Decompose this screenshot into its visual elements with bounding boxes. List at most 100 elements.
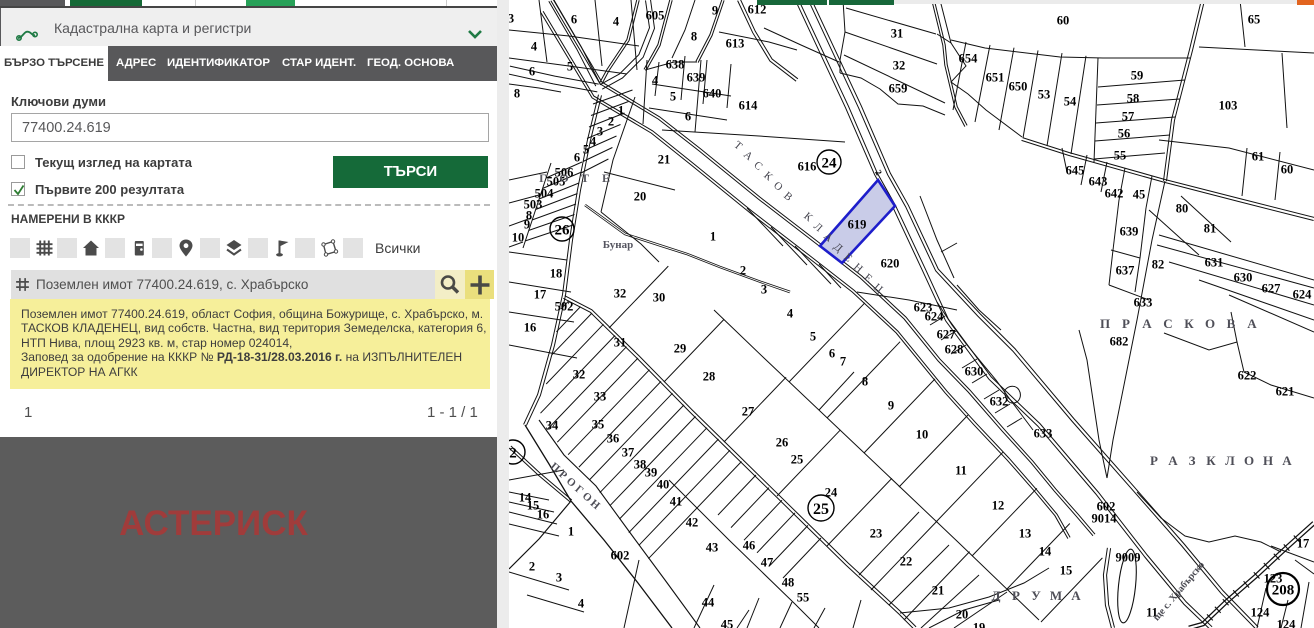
svg-text:81: 81 xyxy=(1204,221,1217,235)
svg-text:3: 3 xyxy=(556,570,562,584)
svg-text:20: 20 xyxy=(956,607,969,621)
svg-text:627: 627 xyxy=(1262,281,1281,295)
svg-text:614: 614 xyxy=(739,98,759,112)
svg-text:26: 26 xyxy=(776,435,789,449)
svg-text:9: 9 xyxy=(524,217,530,231)
svg-text:631: 631 xyxy=(1205,255,1224,269)
svg-text:58: 58 xyxy=(1127,91,1140,105)
svg-text:Бунар: Бунар xyxy=(603,239,633,251)
svg-text:645: 645 xyxy=(1066,163,1085,177)
svg-text:30: 30 xyxy=(653,290,666,304)
svg-text:619: 619 xyxy=(848,217,867,231)
svg-text:4: 4 xyxy=(590,134,597,148)
svg-text:8: 8 xyxy=(862,374,868,388)
svg-text:1: 1 xyxy=(618,103,624,117)
svg-text:54: 54 xyxy=(1064,94,1077,108)
svg-text:26: 26 xyxy=(555,222,571,238)
svg-text:О: О xyxy=(771,179,785,193)
svg-text:9009: 9009 xyxy=(1116,550,1141,564)
svg-text:27: 27 xyxy=(742,404,755,418)
svg-text:45: 45 xyxy=(1133,187,1146,201)
svg-text:633: 633 xyxy=(1134,295,1153,309)
svg-text:642: 642 xyxy=(1105,186,1124,200)
svg-text:32: 32 xyxy=(893,58,906,72)
svg-text:21: 21 xyxy=(932,583,945,597)
svg-text:М: М xyxy=(1050,588,1062,603)
svg-text:А: А xyxy=(1142,316,1152,331)
svg-text:48: 48 xyxy=(782,575,795,589)
svg-text:28: 28 xyxy=(703,369,716,383)
svg-text:57: 57 xyxy=(1122,109,1135,123)
svg-text:Р: Р xyxy=(1150,453,1158,468)
svg-text:651: 651 xyxy=(986,70,1005,84)
svg-text:О: О xyxy=(1244,453,1254,468)
svg-text:Д: Д xyxy=(992,588,1001,603)
svg-text:56: 56 xyxy=(1118,126,1131,140)
svg-text:25: 25 xyxy=(813,501,829,518)
svg-text:82: 82 xyxy=(1152,257,1165,271)
svg-text:4: 4 xyxy=(652,73,659,87)
svg-text:32: 32 xyxy=(614,286,627,300)
svg-text:А: А xyxy=(1168,453,1178,468)
svg-text:630: 630 xyxy=(1234,270,1253,284)
svg-text:20: 20 xyxy=(634,189,647,203)
svg-text:Л: Л xyxy=(1225,453,1235,468)
svg-text:8: 8 xyxy=(691,29,697,43)
svg-text:9014: 9014 xyxy=(1092,511,1118,525)
svg-text:36: 36 xyxy=(607,431,620,445)
svg-text:У: У xyxy=(1031,588,1041,603)
svg-text:2: 2 xyxy=(608,114,614,128)
svg-text:3: 3 xyxy=(597,124,603,138)
svg-text:10: 10 xyxy=(512,230,525,244)
svg-text:41: 41 xyxy=(670,494,683,508)
svg-text:З: З xyxy=(1189,453,1196,468)
svg-text:44: 44 xyxy=(702,595,715,609)
svg-text:659: 659 xyxy=(889,81,908,95)
svg-text:6: 6 xyxy=(685,109,691,123)
svg-text:124: 124 xyxy=(1277,617,1297,628)
svg-text:С: С xyxy=(1163,316,1172,331)
svg-text:9: 9 xyxy=(712,3,718,17)
svg-text:622: 622 xyxy=(1238,368,1257,382)
svg-text:К: К xyxy=(1206,453,1216,468)
svg-text:Т: Т xyxy=(731,139,744,153)
svg-text:16: 16 xyxy=(524,320,537,334)
svg-text:638: 638 xyxy=(666,57,685,71)
svg-text:624: 624 xyxy=(925,309,945,323)
svg-text:К: К xyxy=(1184,316,1194,331)
svg-text:613: 613 xyxy=(726,36,745,50)
svg-text:25: 25 xyxy=(791,452,804,466)
svg-text:А: А xyxy=(1071,588,1081,603)
svg-text:46: 46 xyxy=(743,538,756,552)
svg-text:15: 15 xyxy=(1060,563,1073,577)
svg-text:К: К xyxy=(761,169,775,183)
svg-text:П: П xyxy=(1100,316,1110,331)
svg-text:12: 12 xyxy=(992,498,1005,512)
svg-text:10: 10 xyxy=(916,427,929,441)
svg-text:39: 39 xyxy=(645,465,658,479)
svg-text:Л: Л xyxy=(811,220,825,234)
svg-text:80: 80 xyxy=(1176,201,1189,215)
svg-text:37: 37 xyxy=(622,445,635,459)
svg-text:502: 502 xyxy=(555,299,574,313)
svg-text:С: С xyxy=(751,159,764,173)
svg-text:Н: Н xyxy=(1263,453,1273,468)
svg-text:60: 60 xyxy=(1281,162,1294,176)
svg-text:33: 33 xyxy=(594,389,607,403)
svg-text:В: В xyxy=(1227,316,1236,331)
svg-text:45: 45 xyxy=(721,617,734,628)
svg-text:6: 6 xyxy=(574,150,580,164)
svg-text:637: 637 xyxy=(1116,263,1135,277)
svg-text:8: 8 xyxy=(514,86,520,100)
svg-text:6: 6 xyxy=(529,64,535,78)
svg-text:Ц: Ц xyxy=(871,281,885,295)
svg-text:Е: Е xyxy=(861,272,874,286)
svg-text:640: 640 xyxy=(703,86,722,100)
svg-text:23: 23 xyxy=(870,526,883,540)
svg-text:4: 4 xyxy=(578,596,585,610)
svg-text:А: А xyxy=(1247,316,1257,331)
svg-text:5: 5 xyxy=(583,142,589,156)
svg-text:9: 9 xyxy=(888,398,894,412)
svg-text:Р: Р xyxy=(1122,316,1130,331)
svg-text:47: 47 xyxy=(761,555,774,569)
